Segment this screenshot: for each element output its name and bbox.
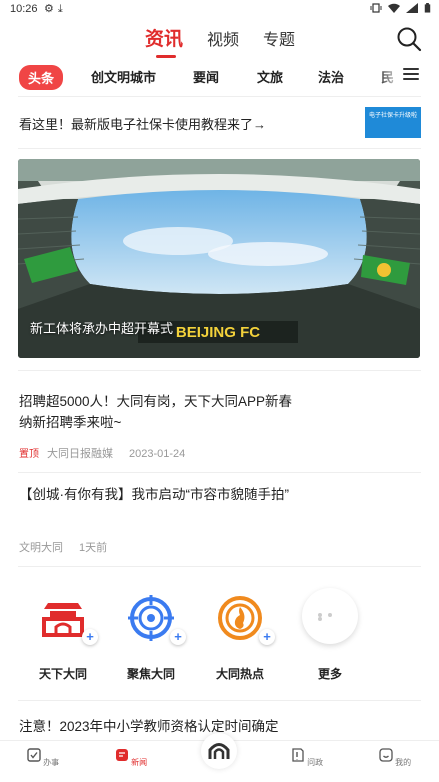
nav-services[interactable]: 办事 — [21, 748, 65, 768]
quick-links: + 天下大同 + 聚焦大同 + 大同热点 更多 — [0, 586, 439, 686]
category-law[interactable]: 法治 — [318, 67, 344, 86]
quick-link-label: 天下大同 — [38, 667, 87, 681]
article-date: 1天前 — [79, 542, 108, 554]
top-tab-bar: 资讯 视频 专题 — [0, 22, 439, 62]
category-menu-icon[interactable] — [403, 68, 419, 82]
category-headline[interactable]: 头条 — [19, 65, 64, 90]
status-time: 10:26 — [10, 3, 38, 15]
article-source: 大同日报融媒 — [47, 448, 113, 460]
news-icon — [115, 749, 128, 761]
divider — [18, 370, 421, 371]
divider — [18, 700, 421, 701]
smile-icon — [379, 748, 393, 762]
divider — [18, 148, 421, 149]
article-meta: 文明大同 1天前 — [19, 539, 107, 555]
nav-label: 新闻 — [131, 758, 148, 767]
quick-link-datong-hot[interactable]: + 大同热点 — [200, 593, 280, 682]
home-arch-icon — [208, 743, 230, 759]
quick-link-focus-datong[interactable]: + 聚焦大同 — [111, 593, 191, 682]
quick-link-label: 聚焦大同 — [126, 667, 175, 681]
category-fade — [377, 62, 401, 92]
add-icon[interactable]: + — [259, 629, 275, 645]
gate-tower-icon — [42, 603, 84, 637]
divider — [18, 96, 421, 97]
tab-news[interactable]: 资讯 — [145, 24, 183, 51]
article-title: 【创城·有你有我】我市启动“市容市貌随手拍” — [19, 487, 289, 502]
quick-link-more[interactable]: 更多 — [290, 588, 370, 682]
hero-article[interactable]: BEIJING FC 新工体将承办中超开幕式 — [18, 159, 420, 358]
article-item[interactable]: 【创城·有你有我】我市启动“市容市貌随手拍” — [19, 484, 420, 505]
divider — [18, 566, 421, 567]
nav-profile[interactable]: 我的 — [373, 748, 417, 768]
category-culture-tourism[interactable]: 文旅 — [257, 67, 283, 86]
nav-label: 我的 — [395, 758, 412, 767]
divider — [18, 472, 421, 473]
article-item[interactable]: 招聘超5000人！大同有岗，天下大同APP新春纳新招聘季来啦~ — [19, 391, 420, 433]
nav-inquiry[interactable]: 问政 — [285, 748, 329, 768]
nav-home[interactable] — [201, 733, 237, 769]
tab-video[interactable]: 视频 — [207, 26, 239, 50]
notification-icons: ⚙⤓ — [44, 3, 67, 15]
signal-icon — [406, 3, 418, 13]
nav-news[interactable]: 新闻 — [109, 748, 153, 768]
wifi-icon — [388, 3, 400, 13]
bottom-nav: 办事 新闻 问政 我的 — [0, 733, 439, 782]
active-tab-indicator — [156, 55, 176, 58]
article-meta: 置顶 大同日报融媒 2023-01-24 — [19, 445, 185, 461]
hero-caption: 新工体将承办中超开幕式 — [30, 321, 174, 336]
flame-ring-icon — [218, 596, 262, 640]
category-civilized-city[interactable]: 创文明城市 — [91, 67, 156, 86]
article-title: 招聘超5000人！大同有岗，天下大同APP新春纳新招聘季来啦~ — [19, 394, 293, 430]
category-major-news[interactable]: 要闻 — [193, 67, 219, 86]
more-dots-icon — [302, 588, 358, 644]
banner-article[interactable]: 看这里！最新版电子社保卡使用教程来了→ 电子社保卡升级啦 — [0, 102, 439, 142]
battery-icon — [424, 3, 431, 13]
article-source: 文明大同 — [19, 542, 63, 554]
add-icon[interactable]: + — [82, 629, 98, 645]
target-icon — [128, 595, 174, 641]
pinned-badge: 置顶 — [19, 449, 39, 460]
nav-label: 问政 — [307, 758, 324, 767]
quick-link-label: 大同热点 — [215, 667, 264, 681]
scoreboard-text: BEIJING FC — [176, 324, 260, 341]
check-box-icon — [27, 748, 41, 762]
status-right-icons — [370, 3, 431, 13]
banner-thumbnail: 电子社保卡升级啦 — [365, 107, 421, 138]
vibrate-icon — [370, 3, 382, 13]
status-bar: 10:26 ⚙⤓ — [0, 0, 439, 20]
article-date: 2023-01-24 — [129, 448, 186, 460]
banner-title: 看这里！最新版电子社保卡使用教程来了→ — [19, 117, 267, 132]
tab-topics[interactable]: 专题 — [263, 26, 295, 50]
nav-label: 办事 — [43, 758, 60, 767]
category-bar: 头条 创文明城市 要闻 文旅 法治 民 — [0, 62, 439, 94]
quick-link-tianxia-datong[interactable]: + 天下大同 — [23, 593, 103, 682]
search-icon[interactable] — [396, 26, 422, 52]
quick-link-label: 更多 — [317, 667, 342, 681]
question-doc-icon — [292, 748, 304, 762]
add-icon[interactable]: + — [170, 629, 186, 645]
